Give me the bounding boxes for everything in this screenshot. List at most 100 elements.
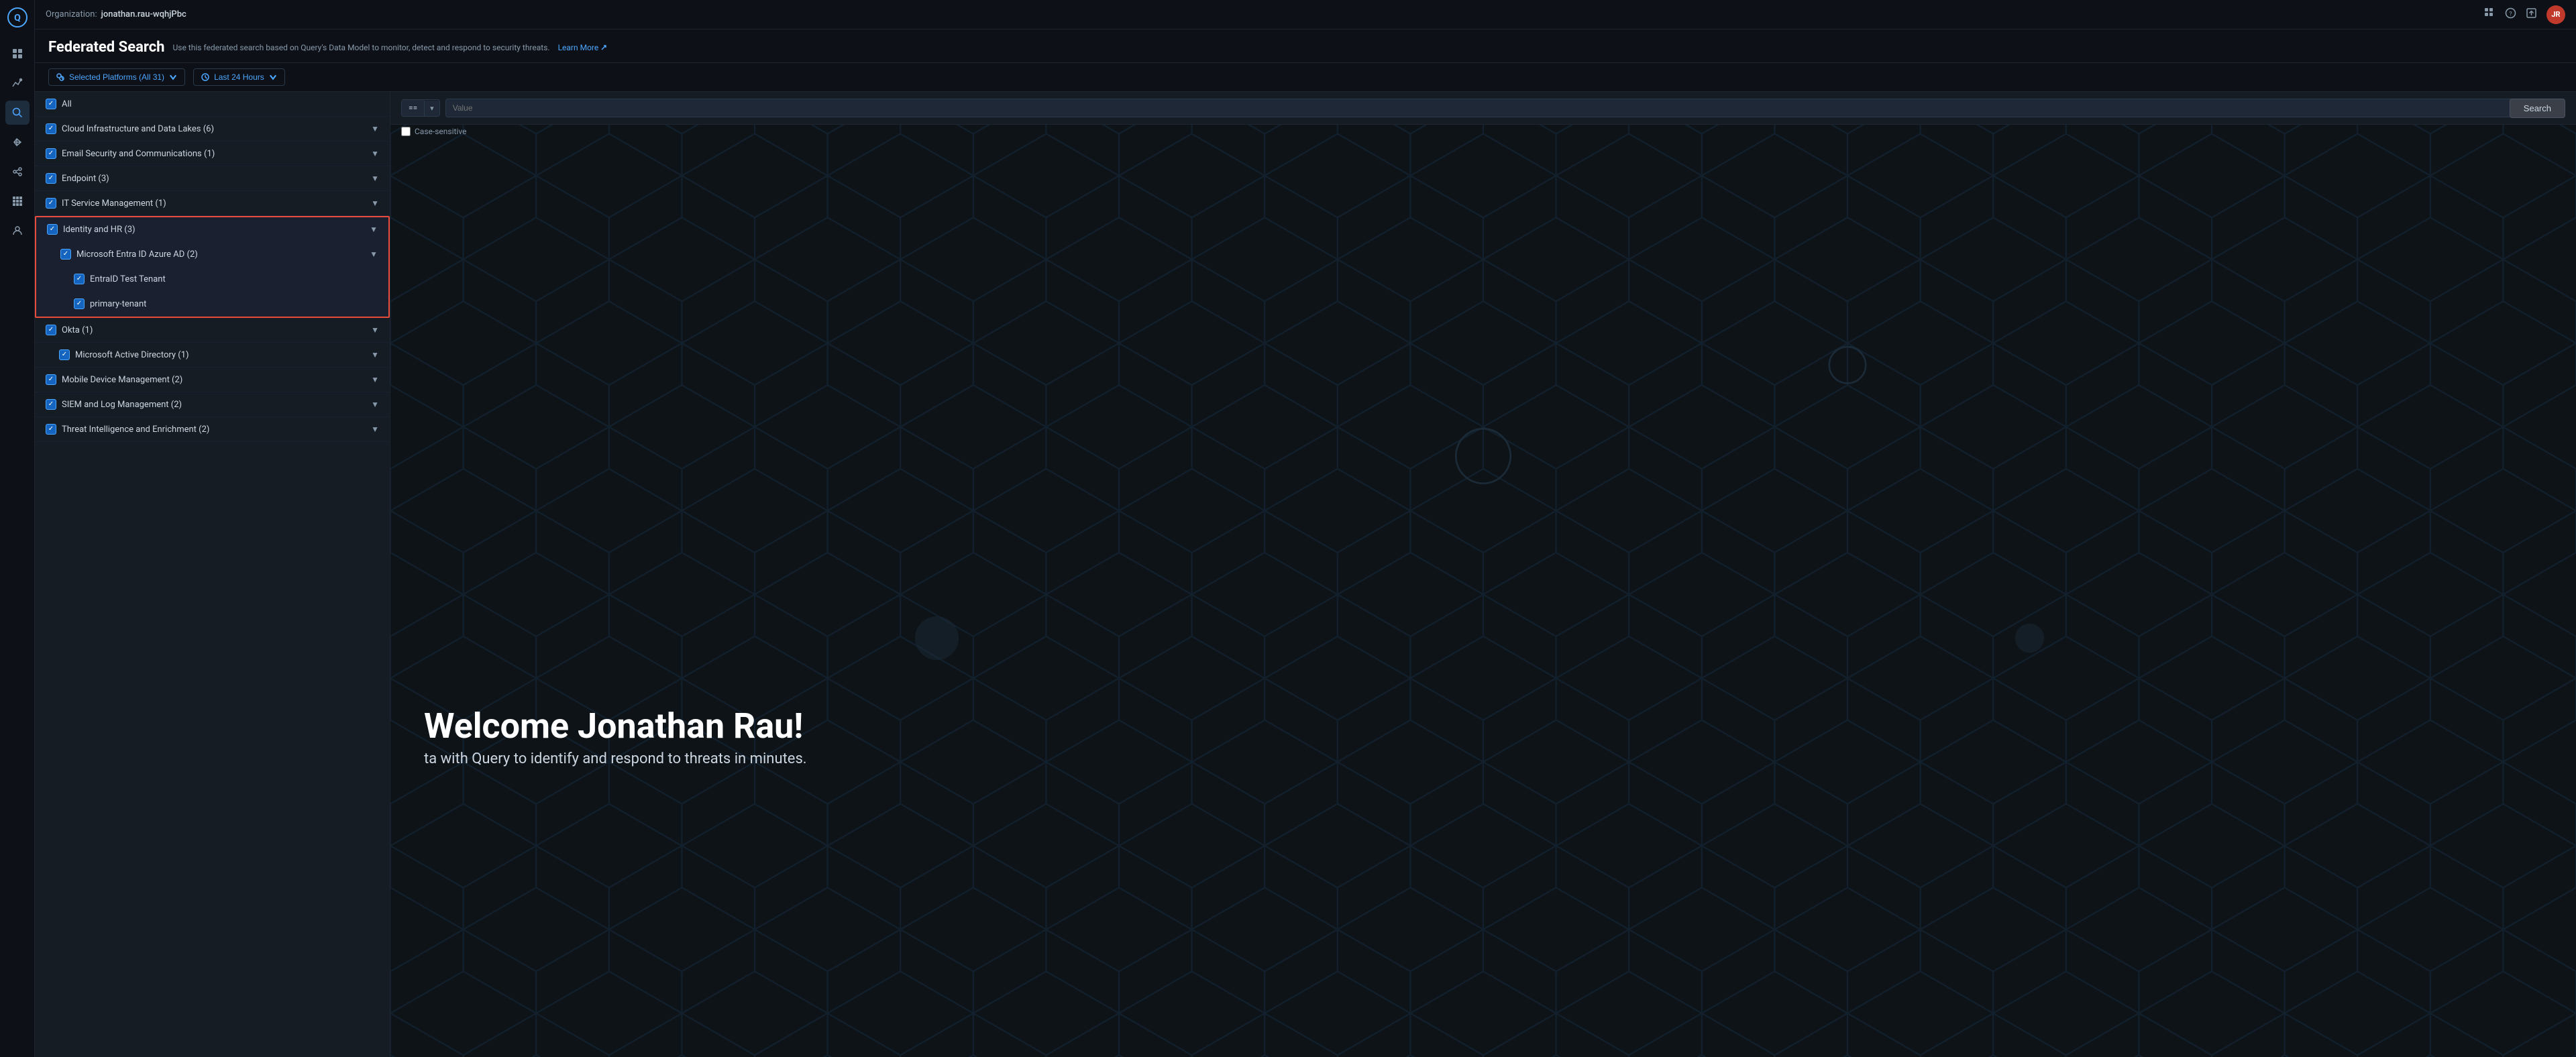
checkbox-mobile-device[interactable]: ✓ <box>46 374 56 385</box>
sidebar-item-analytics[interactable] <box>5 71 30 95</box>
platform-label-endpoint: Endpoint (3) <box>62 174 109 184</box>
sidebar-item-dashboard[interactable] <box>5 42 30 66</box>
platform-item-entraid-test[interactable]: ✓ EntraID Test Tenant <box>36 267 388 292</box>
checkbox-primary-tenant[interactable]: ✓ <box>74 298 85 309</box>
platform-label-email-security: Email Security and Communications (1) <box>62 149 215 159</box>
sidebar-item-users[interactable] <box>5 219 30 243</box>
platform-label-it-service: IT Service Management (1) <box>62 199 166 209</box>
platform-item-okta[interactable]: ✓ Okta (1) ▼ <box>35 318 390 343</box>
platform-label-mobile-device: Mobile Device Management (2) <box>62 375 182 385</box>
operator-value: == <box>402 100 424 116</box>
platform-item-primary-tenant[interactable]: ✓ primary-tenant <box>36 292 388 317</box>
expand-arrow-email-security[interactable]: ▼ <box>371 149 379 158</box>
platform-item-siem[interactable]: ✓ SIEM and Log Management (2) ▼ <box>35 392 390 417</box>
platform-item-it-service[interactable]: ✓ IT Service Management (1) ▼ <box>35 191 390 216</box>
app-logo[interactable]: Q <box>7 7 28 28</box>
platform-label-siem: SIEM and Log Management (2) <box>62 400 182 410</box>
platforms-dropdown: ✓ All ✓ Cloud Infrastructure and Data Lakes… <box>35 92 390 1057</box>
hex-background <box>390 92 2576 1057</box>
expand-arrow-cloud-infra[interactable]: ▼ <box>371 124 379 133</box>
org-label: Organization: <box>46 9 97 19</box>
page-header: Federated Search Use this federated sear… <box>35 30 2576 63</box>
platforms-filter[interactable]: Selected Platforms (All 31) <box>48 68 185 86</box>
case-sensitive-checkbox[interactable] <box>401 127 411 136</box>
platform-label-ms-ad: Microsoft Active Directory (1) <box>75 350 189 360</box>
checkbox-email-security[interactable]: ✓ <box>46 148 56 159</box>
case-sensitive-label: Case-sensitive <box>415 127 466 136</box>
checkbox-okta[interactable]: ✓ <box>46 325 56 335</box>
expand-arrow-ms-ad[interactable]: ▼ <box>371 350 379 359</box>
platform-item-ms-entra[interactable]: ✓ Microsoft Entra ID Azure AD (2) ▼ <box>36 242 388 267</box>
learn-more-link[interactable]: Learn More <box>558 43 608 52</box>
topbar-actions: ? JR <box>2484 5 2565 24</box>
checkbox-it-service[interactable]: ✓ <box>46 198 56 209</box>
platform-item-threat-intel[interactable]: ✓ Threat Intelligence and Enrichment (2) ▼ <box>35 417 390 442</box>
sidebar-item-integrations[interactable] <box>5 160 30 184</box>
page-subtitle: Use this federated search based on Query… <box>172 43 549 52</box>
expand-arrow-okta[interactable]: ▼ <box>371 325 379 335</box>
canvas-area: == ▾ ✕ Search Case-sensitive <box>390 92 2576 1057</box>
org-info: Organization: jonathan.rau-wqhjPbc <box>46 9 186 19</box>
sidebar-item-apps[interactable] <box>5 189 30 213</box>
expand-arrow-it-service[interactable]: ▼ <box>371 199 379 208</box>
checkbox-entraid-test[interactable]: ✓ <box>74 274 85 284</box>
identity-hr-group: ✓ Identity and HR (3) ▼ ✓ Microsoft Entra ID… <box>35 216 390 318</box>
export-icon[interactable] <box>2526 7 2537 21</box>
main-content: Organization: jonathan.rau-wqhjPbc ? JR … <box>35 0 2576 1057</box>
platform-label-okta: Okta (1) <box>62 325 93 335</box>
filter-bar: Selected Platforms (All 31) Last 24 Hour… <box>35 63 2576 92</box>
search-bar-area: == ▾ ✕ Search <box>390 92 2576 125</box>
platform-label-all: All <box>62 99 72 109</box>
checkbox-threat-intel[interactable]: ✓ <box>46 424 56 435</box>
expand-arrow-mobile-device[interactable]: ▼ <box>371 375 379 384</box>
welcome-title: Welcome Jonathan Rau! <box>424 707 807 745</box>
platform-label-primary-tenant: primary-tenant <box>90 299 146 309</box>
platform-item-identity-hr[interactable]: ✓ Identity and HR (3) ▼ <box>36 217 388 242</box>
checkbox-ms-ad[interactable]: ✓ <box>59 349 70 360</box>
expand-arrow-siem[interactable]: ▼ <box>371 400 379 409</box>
sidebar-item-search[interactable] <box>5 101 30 125</box>
platform-label-ms-entra: Microsoft Entra ID Azure AD (2) <box>76 249 198 260</box>
checkbox-all[interactable]: ✓ <box>46 99 56 109</box>
platform-label-cloud-infra: Cloud Infrastructure and Data Lakes (6) <box>62 124 214 134</box>
checkbox-endpoint[interactable]: ✓ <box>46 173 56 184</box>
platform-label-threat-intel: Threat Intelligence and Enrichment (2) <box>62 425 209 435</box>
welcome-subtitle: ta with Query to identify and respond to… <box>424 750 807 767</box>
operator-arrow[interactable]: ▾ <box>424 101 439 116</box>
expand-arrow-endpoint[interactable]: ▼ <box>371 174 379 183</box>
expand-arrow-identity-hr[interactable]: ▼ <box>370 225 378 234</box>
svg-text:?: ? <box>2509 11 2512 18</box>
checkbox-ms-entra[interactable]: ✓ <box>60 249 71 260</box>
platform-item-mobile-device[interactable]: ✓ Mobile Device Management (2) ▼ <box>35 368 390 392</box>
platform-label-identity-hr: Identity and HR (3) <box>63 225 136 235</box>
platform-label-entraid-test: EntraID Test Tenant <box>90 274 166 284</box>
checkbox-identity-hr[interactable]: ✓ <box>47 224 58 235</box>
search-button[interactable]: Search <box>2510 99 2565 118</box>
expand-arrow-threat-intel[interactable]: ▼ <box>371 425 379 434</box>
page-title: Federated Search <box>48 39 164 56</box>
platform-item-cloud-infra[interactable]: ✓ Cloud Infrastructure and Data Lakes (6)… <box>35 117 390 142</box>
sidebar-item-targets[interactable] <box>5 130 30 154</box>
platform-item-all[interactable]: ✓ All <box>35 92 390 117</box>
welcome-overlay: Welcome Jonathan Rau! ta with Query to i… <box>424 707 807 767</box>
search-input[interactable] <box>445 99 2545 117</box>
checkbox-cloud-infra[interactable]: ✓ <box>46 123 56 134</box>
platform-item-ms-ad[interactable]: ✓ Microsoft Active Directory (1) ▼ <box>35 343 390 368</box>
search-operator[interactable]: == ▾ <box>401 99 440 117</box>
sidebar: Q <box>0 0 35 1057</box>
help-icon[interactable]: ? <box>2505 7 2516 21</box>
svg-text:Q: Q <box>14 13 21 23</box>
case-sensitive-row: Case-sensitive <box>401 127 466 136</box>
org-name: jonathan.rau-wqhjPbc <box>101 9 186 19</box>
grid-icon[interactable] <box>2484 7 2496 21</box>
platform-item-email-security[interactable]: ✓ Email Security and Communications (1) ▼ <box>35 142 390 166</box>
expand-arrow-ms-entra[interactable]: ▼ <box>370 249 378 259</box>
time-filter[interactable]: Last 24 Hours <box>193 68 285 86</box>
time-label: Last 24 Hours <box>214 72 264 82</box>
platform-item-endpoint[interactable]: ✓ Endpoint (3) ▼ <box>35 166 390 191</box>
avatar[interactable]: JR <box>2546 5 2565 24</box>
topbar: Organization: jonathan.rau-wqhjPbc ? JR <box>35 0 2576 30</box>
checkbox-siem[interactable]: ✓ <box>46 399 56 410</box>
platforms-label: Selected Platforms (All 31) <box>69 72 164 82</box>
content-area: ✓ All ✓ Cloud Infrastructure and Data Lakes… <box>35 92 2576 1057</box>
